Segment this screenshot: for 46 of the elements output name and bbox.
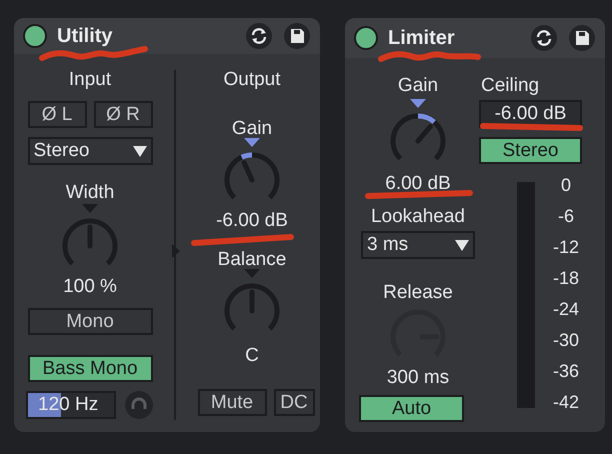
knob-label: Release [383, 283, 453, 302]
meter-scale-label: -30 [553, 329, 580, 351]
device-power-button[interactable] [354, 26, 378, 50]
save-icon[interactable] [568, 24, 596, 52]
dropdown[interactable]: Stereo [28, 137, 152, 165]
default-marker-icon [410, 99, 426, 108]
device-title: Utility [57, 24, 113, 49]
toggle-button[interactable]: Mute [198, 389, 266, 416]
default-marker-icon [244, 138, 260, 147]
section-heading: Input [68, 70, 112, 89]
toggle-button[interactable]: Auto [359, 395, 464, 422]
toggle-button[interactable]: Bass Mono [28, 355, 152, 382]
knob-label: Balance [218, 250, 286, 269]
knob-label: Width [66, 183, 114, 202]
field-label: Ceiling [481, 76, 540, 95]
meter-scale-label: -6 [558, 205, 574, 227]
toggle-button[interactable]: Mono [28, 308, 152, 335]
caret-icon [132, 146, 146, 156]
toggle-button[interactable]: DC [274, 389, 314, 416]
default-marker-icon [82, 204, 98, 213]
meter-scale-label: 0 [561, 174, 572, 196]
save-icon[interactable] [283, 22, 311, 50]
dropdown[interactable]: 3 ms [361, 231, 475, 259]
toggle-button[interactable]: Stereo [479, 137, 582, 164]
meter-scale-label: -12 [553, 236, 580, 258]
meter-scale-label: -36 [553, 360, 580, 382]
meter-scale-label: -24 [553, 298, 580, 320]
knob-value: C [245, 346, 259, 365]
section-heading: Output [223, 70, 281, 89]
knob-label: Gain [398, 76, 438, 95]
device-power-button[interactable] [23, 24, 47, 48]
meter-scale-label: -42 [553, 391, 580, 413]
device-title: Limiter [388, 26, 455, 51]
caret-icon [455, 240, 469, 250]
refresh-icon[interactable] [530, 24, 558, 52]
knob-label: Gain [232, 119, 272, 138]
toggle-button[interactable]: Ø L [28, 101, 86, 128]
knob-value: -6.00 dB [216, 211, 288, 230]
knob-value: 300 ms [386, 368, 450, 387]
default-marker-icon [244, 269, 260, 278]
toggle-button[interactable]: Ø R [94, 101, 152, 128]
knob-value: 6.00 dB [385, 174, 451, 193]
dropdown-label: Lookahead [370, 207, 466, 226]
refresh-icon[interactable] [245, 22, 273, 50]
knob-value: 100 % [63, 277, 117, 296]
meter-scale-label: -18 [553, 267, 580, 289]
